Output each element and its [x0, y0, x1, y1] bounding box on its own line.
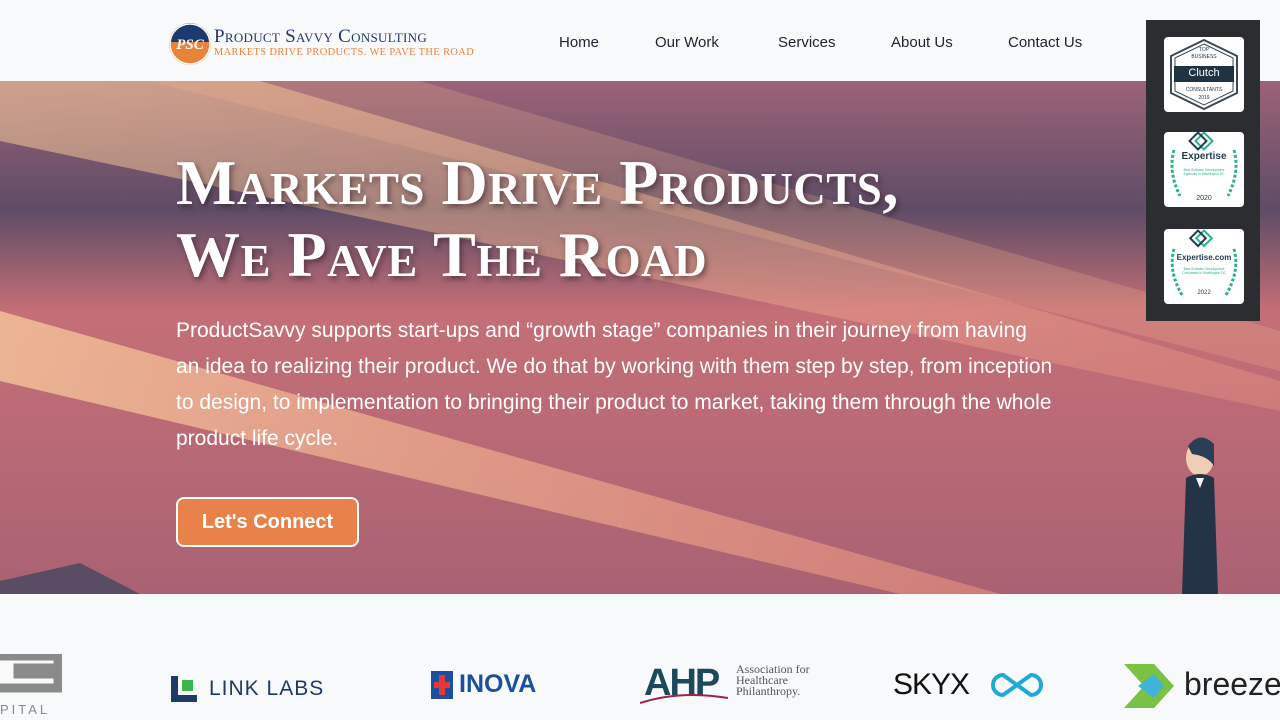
expertise-2022-year: 2022 — [1197, 290, 1211, 296]
capital-logo-text: PITAL — [0, 702, 51, 717]
client-logo-link-labs: LINK LABS — [171, 674, 341, 704]
clutch-sub-label: BUSINESS — [1191, 54, 1217, 60]
psc-logo-icon: PSC — [169, 23, 211, 65]
clutch-name: Clutch — [1188, 67, 1220, 79]
nav-our-work[interactable]: Our Work — [655, 34, 719, 51]
expertise-2020-name: Expertise — [1181, 151, 1227, 162]
ahp-caption: Association for Healthcare Philanthropy. — [736, 663, 810, 698]
inova-cross-icon — [431, 671, 453, 699]
nav-about-us[interactable]: About Us — [891, 34, 953, 51]
nav-contact-us[interactable]: Contact Us — [1008, 34, 1082, 51]
expertise-2020-desc: Best Software Development Agencies in Wa… — [1183, 168, 1225, 176]
brand-title: Product Savvy Consulting — [214, 26, 428, 47]
capital-logo-icon — [0, 651, 63, 693]
brand-tagline: MARKETS DRIVE PRODUCTS. WE PAVE THE ROAD — [214, 47, 475, 58]
clutch-badge[interactable]: TOP BUSINESS Clutch CONSULTANTS 2019 — [1164, 37, 1244, 112]
client-logos-strip: PITAL LINK LABS INOVA AHP Association fo… — [0, 594, 1280, 720]
client-logo-inova: INOVA — [431, 670, 556, 702]
expertise-2020-year: 2020 — [1196, 195, 1212, 202]
link-labs-text: LINK LABS — [209, 677, 325, 700]
nav-services[interactable]: Services — [778, 34, 836, 51]
client-logo-skyx: SKYX — [893, 668, 1053, 702]
inova-text: INOVA — [459, 670, 537, 698]
ahp-caption-line-3: Philanthropy. — [736, 684, 801, 698]
ahp-swoosh-icon — [640, 693, 729, 704]
clutch-top-label: TOP — [1198, 47, 1210, 53]
expertise-2022-desc: Best Software Development Companies in W… — [1181, 267, 1227, 275]
skyx-infinity-icon — [991, 672, 1043, 698]
awards-panel: TOP BUSINESS Clutch CONSULTANTS 2019 Exp… — [1146, 20, 1260, 321]
expertise-2022-name: Expertise.com — [1176, 253, 1232, 262]
man-figure — [1182, 437, 1218, 594]
nav-home[interactable]: Home — [559, 34, 599, 51]
lets-connect-button[interactable]: Let's Connect — [176, 497, 359, 547]
svg-text:PSC: PSC — [176, 37, 205, 53]
client-logo-ahp: AHP Association for Healthcare Philanthr… — [640, 662, 820, 706]
link-labs-icon — [171, 676, 197, 702]
expertise-2020-badge[interactable]: Expertise Best Software Development Agen… — [1164, 132, 1244, 207]
skyx-text: SKYX — [893, 668, 970, 701]
hero-description: ProductSavvy supports start-ups and “gro… — [176, 319, 1053, 450]
clutch-year: 2019 — [1198, 95, 1210, 101]
breeze-text: breeze — [1184, 666, 1280, 702]
hero-title-line-2: We Pave The Road — [176, 219, 708, 290]
client-logo-capital: PITAL — [0, 651, 63, 720]
expertise-2022-badge[interactable]: Expertise.com Best Software Development … — [1164, 229, 1244, 304]
brand-logo[interactable]: PSC Product Savvy Consulting MARKETS DRI… — [168, 22, 474, 66]
client-logo-breeze: breeze — [1124, 664, 1280, 708]
clutch-category: CONSULTANTS — [1185, 87, 1223, 93]
hero-title: Markets Drive Products, We Pave The Road — [176, 147, 1076, 291]
hero-title-line-1: Markets Drive Products, — [176, 147, 899, 218]
site-header: PSC Product Savvy Consulting MARKETS DRI… — [0, 0, 1280, 81]
breeze-arrow-icon — [1124, 664, 1174, 708]
hero-section: Markets Drive Products, We Pave The Road… — [0, 81, 1280, 594]
